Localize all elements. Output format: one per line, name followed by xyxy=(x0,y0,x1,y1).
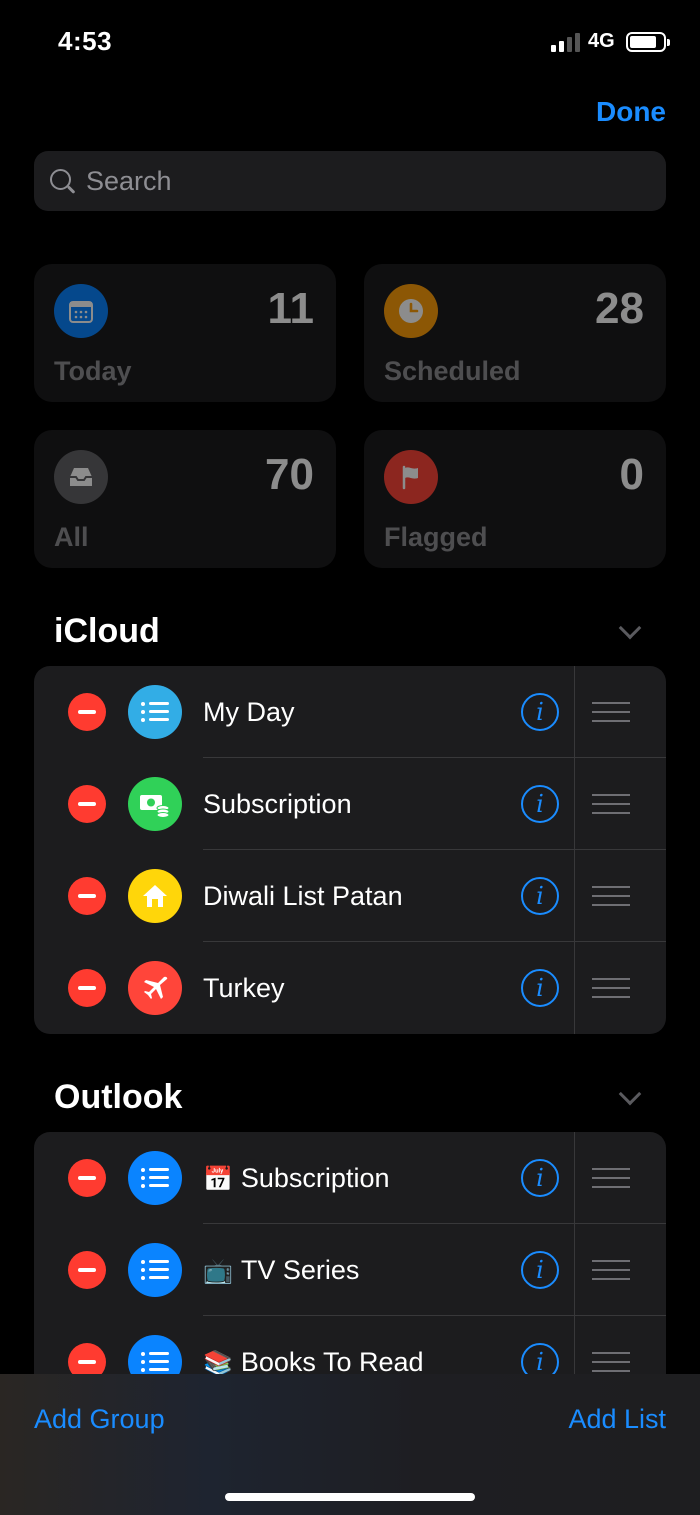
delete-minus-icon[interactable] xyxy=(68,1251,106,1289)
search-input[interactable] xyxy=(86,165,646,197)
smart-list-today[interactable]: 11 Today xyxy=(34,264,336,402)
list-row-turkey[interactable]: Turkey i xyxy=(34,942,666,1034)
reorder-handle-icon[interactable] xyxy=(592,978,630,998)
chevron-down-icon[interactable] xyxy=(618,616,642,640)
list-row-diwali[interactable]: Diwali List Patan i xyxy=(34,850,666,942)
smart-list-flagged[interactable]: 0 Flagged xyxy=(364,430,666,568)
info-icon[interactable]: i xyxy=(521,969,559,1007)
info-icon[interactable]: i xyxy=(521,1251,559,1289)
delete-minus-icon[interactable] xyxy=(68,969,106,1007)
flagged-count: 0 xyxy=(619,450,644,499)
signal-icon xyxy=(551,32,581,52)
all-count: 70 xyxy=(265,450,314,499)
reorder-handle-icon[interactable] xyxy=(592,1352,630,1372)
today-count: 11 xyxy=(267,284,314,333)
group-title-icloud: iCloud xyxy=(54,612,160,650)
flagged-label: Flagged xyxy=(384,522,488,552)
home-indicator[interactable] xyxy=(225,1493,475,1501)
clock-icon xyxy=(384,284,438,338)
status-time: 4:53 xyxy=(58,26,113,56)
delete-minus-icon[interactable] xyxy=(68,877,106,915)
smart-list-scheduled[interactable]: 28 Scheduled xyxy=(364,264,666,402)
delete-minus-icon[interactable] xyxy=(68,785,106,823)
chevron-down-icon[interactable] xyxy=(618,1082,642,1106)
info-icon[interactable]: i xyxy=(521,693,559,731)
network-type: 4G xyxy=(588,30,615,52)
reorder-handle-icon[interactable] xyxy=(592,886,630,906)
list-name: Diwali List Patan xyxy=(203,881,403,911)
list-name: 📺 TV Series xyxy=(203,1255,360,1285)
list-name: Turkey xyxy=(203,973,285,1003)
money-icon xyxy=(128,777,182,831)
list-row-subscription[interactable]: Subscription i xyxy=(34,758,666,850)
list-name: Subscription xyxy=(203,789,352,819)
battery-icon xyxy=(626,32,670,52)
scheduled-count: 28 xyxy=(595,284,644,333)
airplane-icon xyxy=(128,961,182,1015)
reorder-handle-icon[interactable] xyxy=(592,1168,630,1188)
info-icon[interactable]: i xyxy=(521,877,559,915)
house-icon xyxy=(128,869,182,923)
list-row-outlook-subscription[interactable]: 📅 Subscription i xyxy=(34,1132,666,1224)
add-group-button[interactable]: Add Group xyxy=(34,1404,165,1435)
group-icloud: My Day i Subscription i Diwali List Pata… xyxy=(34,666,666,1034)
reorder-handle-icon[interactable] xyxy=(592,702,630,722)
group-title-outlook: Outlook xyxy=(54,1078,183,1116)
books-emoji-icon: 📚 xyxy=(203,1349,233,1377)
flag-icon xyxy=(384,450,438,504)
calendar-emoji-icon: 📅 xyxy=(203,1165,233,1193)
done-button[interactable]: Done xyxy=(596,96,666,128)
search-bar[interactable] xyxy=(34,151,666,211)
list-name: 📅 Subscription xyxy=(203,1163,390,1193)
list-row-tv-series[interactable]: 📺 TV Series i xyxy=(34,1224,666,1316)
list-bullet-icon xyxy=(128,1243,182,1297)
scheduled-label: Scheduled xyxy=(384,356,521,386)
all-label: All xyxy=(54,522,89,552)
reorder-handle-icon[interactable] xyxy=(592,794,630,814)
list-bullet-icon xyxy=(128,685,182,739)
delete-minus-icon[interactable] xyxy=(68,1159,106,1197)
smart-list-all[interactable]: 70 All xyxy=(34,430,336,568)
television-emoji-icon: 📺 xyxy=(203,1257,233,1285)
reorder-handle-icon[interactable] xyxy=(592,1260,630,1280)
add-list-button[interactable]: Add List xyxy=(568,1404,666,1435)
list-name: My Day xyxy=(203,697,295,727)
list-row-my-day[interactable]: My Day i xyxy=(34,666,666,758)
delete-minus-icon[interactable] xyxy=(68,693,106,731)
list-bullet-icon xyxy=(128,1151,182,1205)
today-label: Today xyxy=(54,356,132,386)
tray-icon xyxy=(54,450,108,504)
calendar-icon xyxy=(54,284,108,338)
status-bar: 4:53 4G xyxy=(0,0,700,84)
group-outlook: 📅 Subscription i 📺 TV Series i 📚 Books To R… xyxy=(34,1132,666,1408)
info-icon[interactable]: i xyxy=(521,785,559,823)
search-icon xyxy=(48,167,76,195)
info-icon[interactable]: i xyxy=(521,1159,559,1197)
